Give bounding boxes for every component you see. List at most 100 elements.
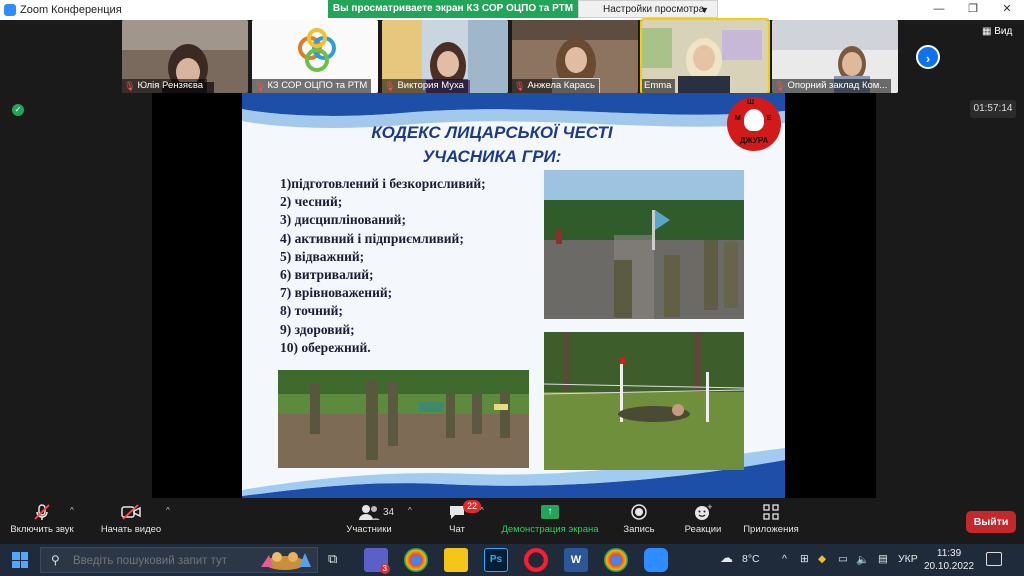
opera-app-icon[interactable] [524,548,548,572]
cloud-icon: ☁ [720,550,733,565]
microphone-muted-icon [10,502,74,522]
list-item: 9) здоровий; [280,321,355,337]
photo-crawl-obstacle [544,332,744,470]
next-page-arrow-icon[interactable]: › [916,45,940,69]
list-item: 1)підготовлений і безкорисливий; [280,176,486,191]
unmute-button[interactable]: Включить звук [10,502,74,535]
tray-device-icon[interactable]: ▭ [838,553,848,565]
list-item: 4) активний і підприємливий; [280,230,464,246]
windows-taskbar: ⚲ ⧉ 3 Ps W ☁ 8°C ^ ⊞ ◆ ▭ 🔈 ▤ УКР 11:39 2… [0,544,1024,576]
word-app-icon[interactable]: W [564,548,588,572]
search-highlight-image [261,552,311,570]
notifications-icon[interactable] [986,552,1002,566]
windows-start-icon[interactable] [12,552,28,568]
share-screen-icon: ↑ [541,505,559,519]
tray-app-icon[interactable]: ⊞ [800,553,809,565]
participants-count: 34 [383,507,395,518]
tray-chevron-icon[interactable]: ^ [782,553,787,565]
slide-title-line2: УЧАСНИКА ГРИ: [422,147,562,166]
close-button[interactable]: ✕ [990,0,1024,20]
list-item: 6) витривалий; [280,267,374,283]
mic-muted-icon: 🎙 [254,81,266,91]
participant-tile[interactable]: 🎙 КЗ СОР ОЦПО та РТМ [252,20,378,93]
participant-tile[interactable]: 🎙 Опорний заклад Ком... [772,20,898,93]
participant-tile[interactable]: 🎙 Виктория Муха [382,20,508,93]
teams-app-icon[interactable]: 3 [364,548,390,574]
chrome-app-icon-2[interactable] [604,548,628,572]
task-view-icon[interactable]: ⧉ [328,551,337,567]
apps-icon [740,502,802,522]
slide-title-line1: КОДЕКС ЛИЦАРСЬКОЇ ЧЕСТІ [371,123,613,142]
participant-name: 🎙 Юлія Рензяєва [122,79,208,93]
qualities-list: 1)підготовлений і безкорисливий; 2) чесн… [280,175,486,357]
photoshop-app-icon[interactable]: Ps [484,548,508,572]
weather-temp[interactable]: 8°C [742,553,760,565]
taskbar-search[interactable]: ⚲ [40,547,318,573]
smiley-plus-icon: + [682,502,724,522]
list-item: 5) відважний; [280,248,365,264]
mic-muted-icon: 🎙 [384,81,396,91]
participant-strip: 🎙 Юлія Рензяєва 🎙 КЗ СОР ОЦПО та РТМ 🎙 Викт… [122,18,898,95]
participants-caret-icon[interactable]: ^ [408,506,412,515]
taskbar-clock[interactable]: 11:39 20.10.2022 [924,547,974,573]
clock-time: 11:39 [936,548,962,559]
file-explorer-icon[interactable] [444,548,468,572]
view-button[interactable]: ▦ Вид [982,26,1012,37]
clock-date: 20.10.2022 [924,561,975,572]
mic-muted-icon: 🎙 [774,81,786,91]
screen-share-banner: Вы просматриваете экран КЗ СОР ОЦПО та Р… [328,0,578,18]
list-item: 2) чесний; [280,194,343,210]
slide-title: КОДЕКС ЛИЦАРСЬКОЇ ЧЕСТІ УЧАСНИКА ГРИ: [312,121,672,169]
search-icon: ⚲ [51,553,60,567]
taskbar-search-input[interactable] [71,552,260,570]
presentation-slide: КОДЕКС ЛИЦАРСЬКОЇ ЧЕСТІ УЧАСНИКА ГРИ: Ш … [242,93,785,500]
leave-meeting-button[interactable]: Выйти [966,511,1016,533]
list-item: 7) врівноважений; [280,285,393,301]
language-indicator[interactable]: УКР [898,553,918,565]
participant-name: 🎙 Опорний заклад Ком... [772,79,892,93]
grid-icon: ▦ [982,26,992,37]
logo-figure [744,109,764,131]
participant-name: 🎙 КЗ СОР ОЦПО та РТМ [252,79,372,93]
window-controls: — ❐ ✕ [922,0,1024,20]
chrome-app-icon[interactable] [404,548,428,572]
mic-muted-icon: 🎙 [124,81,136,91]
video-options-caret-icon[interactable]: ^ [166,506,170,515]
list-item: 10) обережний. [280,339,371,355]
teams-badge: 3 [379,564,390,574]
participant-name: 🎙 Анжела Карась [512,79,599,93]
maximize-button[interactable]: ❐ [956,0,990,20]
zoom-taskbar-icon[interactable] [644,548,668,572]
share-screen-button[interactable]: ↑ Демонстрация экрана [498,502,602,535]
record-icon [620,502,658,522]
minimize-button[interactable]: — [922,0,956,20]
participant-tile-active[interactable]: Emma [640,18,770,95]
photo-march-flag [544,170,744,319]
view-options-dropdown[interactable]: Настройки просмотра ▼ [578,0,718,18]
camera-off-icon [98,502,164,522]
reactions-button[interactable]: + Реакции [682,502,724,535]
list-item: 3) дисциплінований; [280,212,406,228]
chat-caret-icon[interactable]: ^ [480,506,484,515]
participant-name: Emma [642,79,676,93]
dzhura-logo: Ш М Е ДЖУРА [727,97,781,151]
audio-options-caret-icon[interactable]: ^ [70,506,74,515]
meeting-toolbar: Включить звук ^ Начать видео ^ Участники… [0,498,1024,544]
svg-text:+: + [707,503,712,511]
participant-tile[interactable]: 🎙 Анжела Карась [512,20,638,93]
zoom-app-icon [4,4,16,16]
window-titlebar: Zoom Конференция Вы просматриваете экран… [0,0,1024,20]
mic-muted-icon: 🎙 [514,81,526,91]
encryption-shield-icon[interactable]: ✓ [12,104,24,116]
participant-tile[interactable]: 🎙 Юлія Рензяєва [122,20,248,93]
meeting-timer: 01:57:14 [970,100,1016,118]
photo-drill-field [278,370,529,468]
start-video-button[interactable]: Начать видео [98,502,164,535]
network-icon[interactable]: ▤ [878,553,888,565]
apps-button[interactable]: Приложения [740,502,802,535]
record-button[interactable]: Запись [620,502,658,535]
participant-name: 🎙 Виктория Муха [382,79,468,93]
tray-norton-icon[interactable]: ◆ [818,553,826,565]
view-options-label: Настройки просмотра [603,4,705,15]
speaker-icon[interactable]: 🔈 [856,553,869,566]
